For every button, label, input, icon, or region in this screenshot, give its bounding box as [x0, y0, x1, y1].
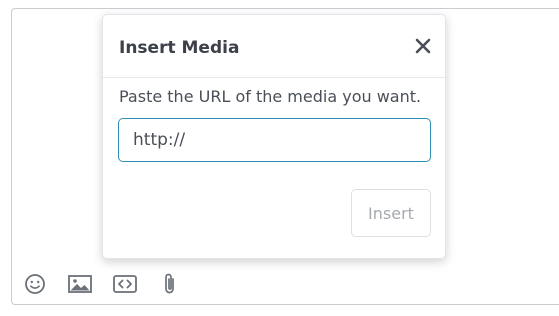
image-icon — [68, 275, 92, 293]
url-input[interactable] — [118, 118, 431, 162]
emoji-icon — [25, 274, 45, 294]
attachment-button[interactable] — [157, 271, 183, 297]
code-button[interactable] — [112, 271, 138, 297]
instruction-text: Paste the URL of the media you want. — [119, 87, 422, 106]
insert-media-dialog: Insert Media Paste the URL of the media … — [102, 14, 446, 259]
code-icon — [113, 275, 137, 293]
dialog-title: Insert Media — [119, 38, 240, 58]
close-button[interactable] — [413, 36, 433, 56]
insert-button[interactable]: Insert — [351, 189, 431, 237]
close-icon — [415, 38, 431, 54]
editor-toolbar — [22, 271, 202, 297]
emoji-button[interactable] — [22, 271, 48, 297]
dialog-header: Insert Media — [103, 15, 445, 78]
image-button[interactable] — [67, 271, 93, 297]
attachment-icon — [165, 273, 174, 294]
